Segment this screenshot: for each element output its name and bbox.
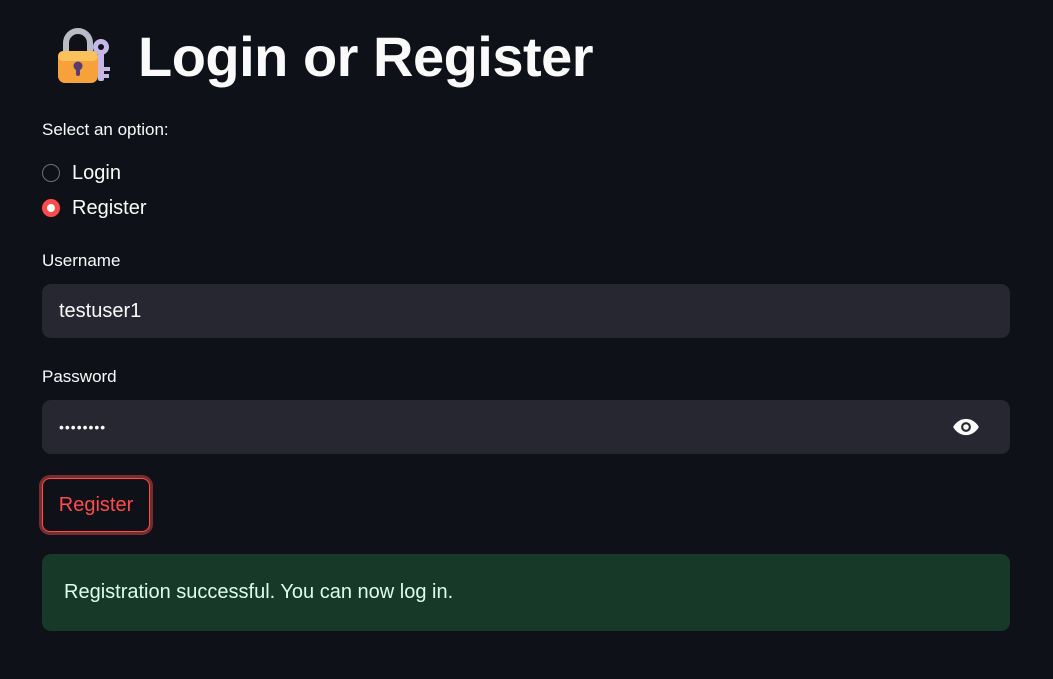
radio-option-login[interactable]: Login xyxy=(42,160,121,186)
radio-option-register[interactable]: Register xyxy=(42,195,146,221)
app-page: Login or Register Select an option: Logi… xyxy=(0,0,1053,679)
password-input[interactable]: •••••••• xyxy=(42,400,1010,454)
option-group-label: Select an option: xyxy=(42,120,169,139)
username-value: testuser1 xyxy=(59,299,142,322)
radio-button-register[interactable] xyxy=(42,199,60,217)
lock-with-key-icon xyxy=(52,25,116,89)
radio-label-login: Login xyxy=(72,161,121,184)
radio-button-login[interactable] xyxy=(42,164,60,182)
radio-label-register: Register xyxy=(72,196,147,219)
page-title: Login or Register xyxy=(138,25,594,88)
success-message: Registration successful. You can now log… xyxy=(64,581,454,603)
register-button[interactable]: Register xyxy=(42,478,150,532)
username-label: Username xyxy=(42,251,121,270)
eye-icon[interactable] xyxy=(951,412,981,442)
username-input[interactable]: testuser1 xyxy=(42,284,1010,338)
radio-selected-dot xyxy=(47,204,55,212)
success-alert: Registration successful. You can now log… xyxy=(42,554,1010,631)
page-header: Login or Register xyxy=(52,22,594,92)
password-label: Password xyxy=(42,367,117,386)
password-value: •••••••• xyxy=(59,419,107,435)
